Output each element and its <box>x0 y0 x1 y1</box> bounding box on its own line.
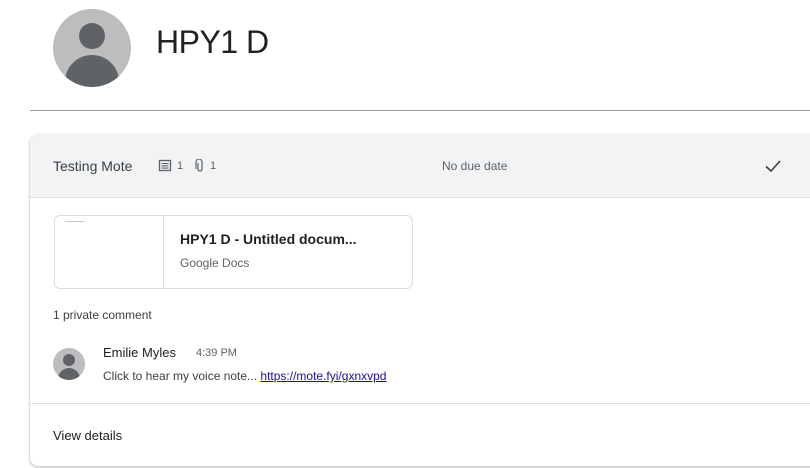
paperclip-icon <box>195 159 203 172</box>
comment-link[interactable]: https://mote.fyi/gxnxvpd <box>260 369 386 383</box>
due-date: No due date <box>442 159 508 173</box>
attachment-type: Google Docs <box>180 256 250 270</box>
card-divider <box>30 403 810 404</box>
view-details-link[interactable]: View details <box>53 428 122 443</box>
student-name: HPY1 D <box>156 24 269 60</box>
private-comments-label: 1 private comment <box>53 308 152 322</box>
student-header: HPY1 D <box>0 0 810 110</box>
comment-body: Click to hear my voice note... https://m… <box>103 369 386 383</box>
submission-card-header[interactable]: Testing Mote 1 1 No due date <box>30 135 810 198</box>
comment-text: Click to hear my voice note... <box>103 369 261 383</box>
comment-icon <box>158 159 172 172</box>
checkmark-icon <box>765 160 781 173</box>
document-thumbnail <box>55 216 164 288</box>
commenter-avatar <box>53 348 85 380</box>
attachment-card[interactable]: HPY1 D - Untitled docum... Google Docs <box>54 215 413 289</box>
comment-author: Emilie Myles <box>103 345 176 360</box>
student-avatar <box>53 9 131 87</box>
comment-count-value: 1 <box>177 160 184 172</box>
attachment-count-value: 1 <box>210 160 217 172</box>
submission-card: Testing Mote 1 1 No due date HPY1 D - Un… <box>30 135 810 466</box>
assignment-title: Testing Mote <box>53 158 133 174</box>
attachment-count: 1 <box>194 159 216 173</box>
comment-count: 1 <box>158 159 183 173</box>
header-divider <box>30 110 810 111</box>
comment-time: 4:39 PM <box>196 347 237 359</box>
attachment-title: HPY1 D - Untitled docum... <box>180 231 357 247</box>
